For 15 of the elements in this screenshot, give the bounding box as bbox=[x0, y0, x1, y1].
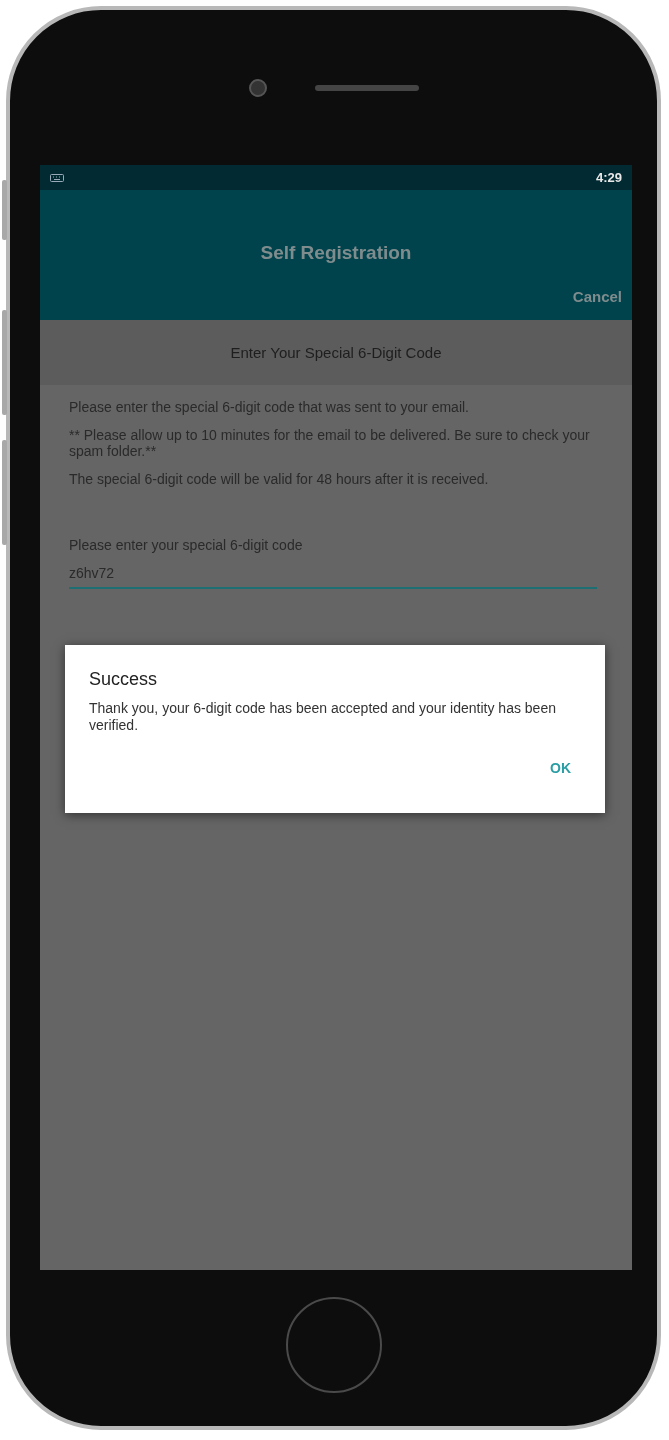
keyboard-icon bbox=[50, 173, 64, 182]
instruction-text: Please enter the special 6-digit code that was sent to your email. bbox=[69, 399, 470, 415]
camera-icon bbox=[248, 78, 267, 97]
instruction-text: ** Please allow up to 10 minutes for the email to be delivered. Be sure to check your spam folder.** bbox=[69, 427, 591, 459]
cancel-button[interactable]: Cancel bbox=[562, 288, 632, 305]
home-button[interactable] bbox=[285, 1297, 382, 1393]
dialog-message: Thank you, your 6-digit code has been accepted and your identity has been verified. bbox=[89, 700, 557, 734]
ok-button[interactable]: OK bbox=[540, 756, 581, 780]
section-title: Enter Your Special 6-Digit Code bbox=[230, 344, 442, 361]
code-input-field[interactable]: z6hv72 bbox=[69, 563, 597, 589]
dialog-title: Success bbox=[89, 669, 159, 690]
instruction-text: The special 6-digit code will be valid for 48 hours after it is received. bbox=[69, 471, 490, 487]
status-time: 4:29 bbox=[595, 170, 622, 185]
app-title: Self Registration bbox=[260, 242, 412, 264]
field-label: Please enter your special 6-digit code bbox=[69, 537, 304, 553]
